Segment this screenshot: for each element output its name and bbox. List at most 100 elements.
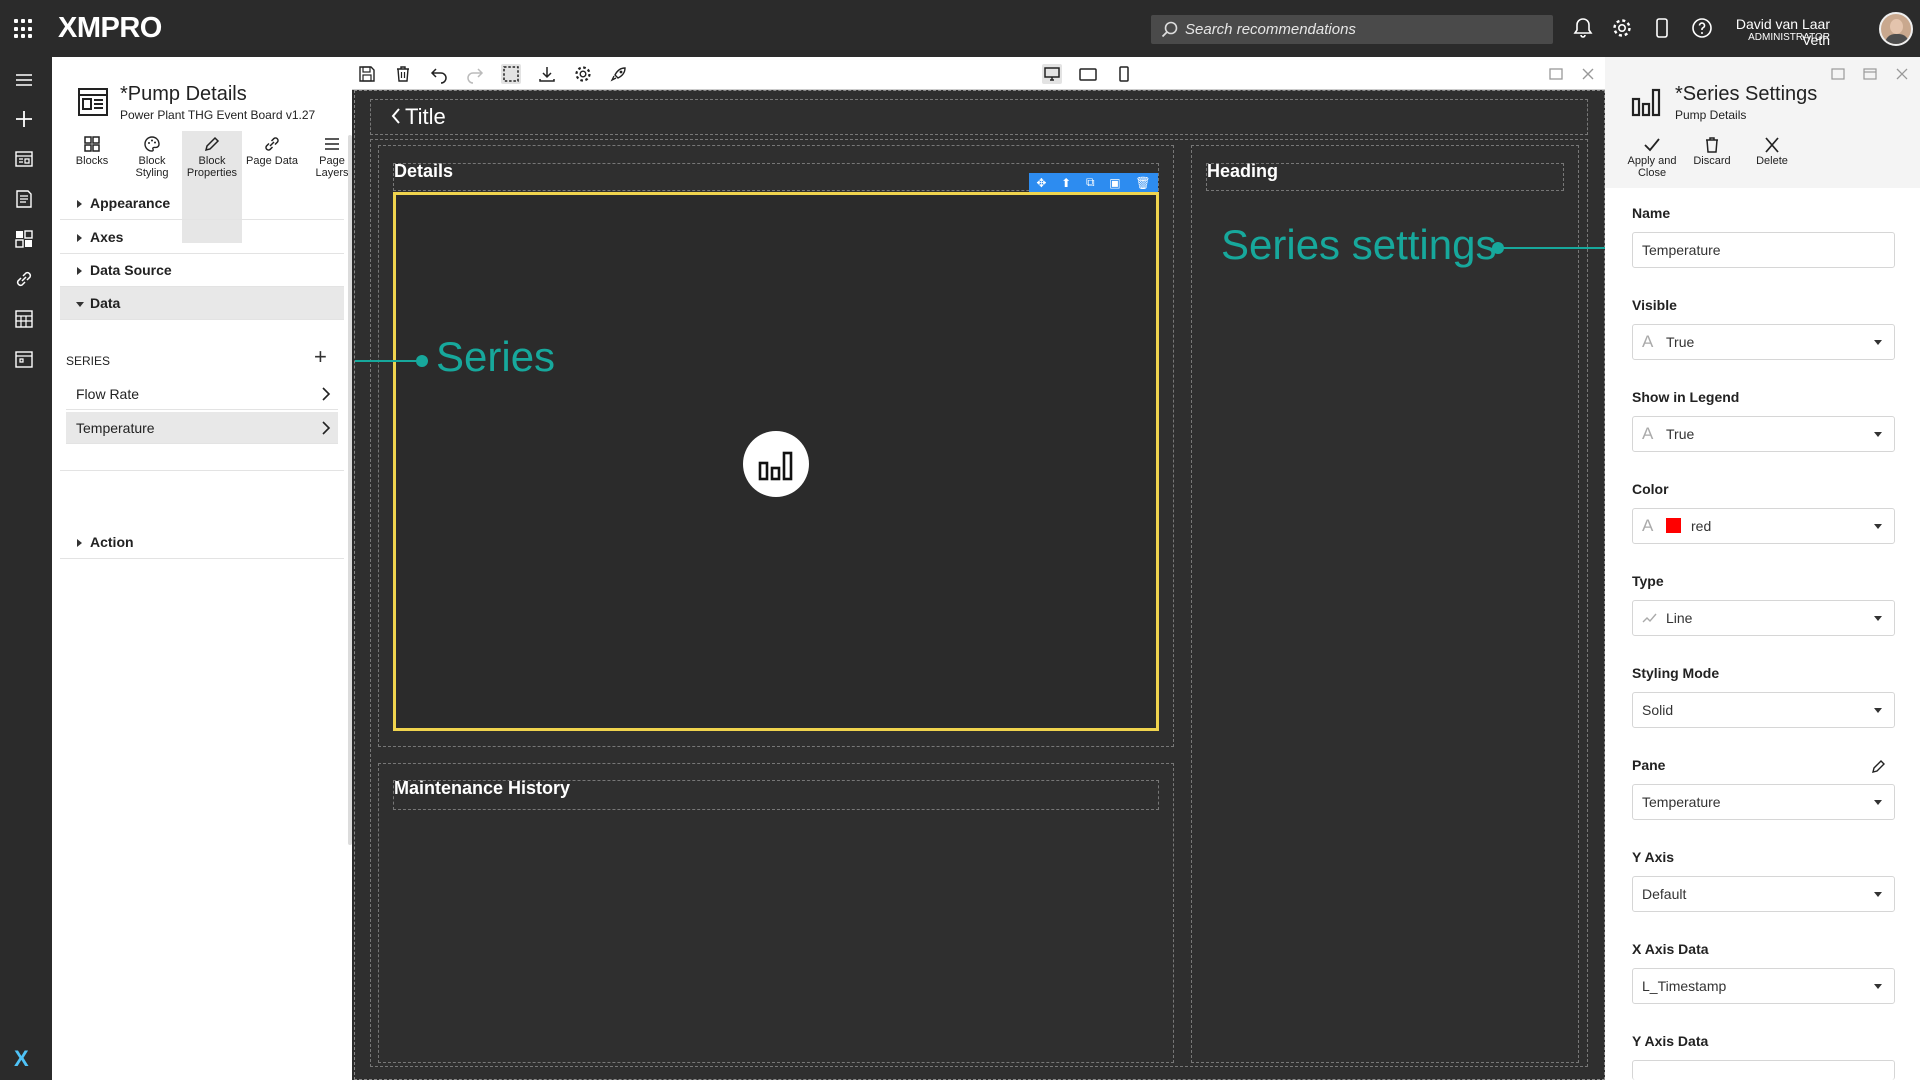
series-settings-title: *Series Settings — [1675, 83, 1818, 105]
visible-select[interactable]: A True — [1632, 324, 1895, 360]
maximize-icon[interactable] — [1863, 67, 1877, 81]
y-axis-label: Y Axis — [1632, 849, 1675, 865]
maximize-icon[interactable] — [1546, 64, 1566, 84]
redo-icon[interactable] — [465, 64, 485, 84]
help-icon[interactable] — [1691, 17, 1713, 39]
dashboard-icon[interactable] — [13, 228, 35, 250]
trash-icon[interactable] — [393, 64, 413, 84]
title-block[interactable] — [370, 99, 1588, 135]
section-action[interactable]: Action — [60, 526, 344, 559]
tab-label: Page — [319, 155, 345, 167]
mobile-view-icon[interactable] — [1114, 64, 1134, 84]
pane-select[interactable]: Temperature — [1632, 784, 1895, 820]
canvas-toolbar — [352, 57, 1605, 90]
list-item[interactable]: Temperature — [66, 412, 338, 444]
pencil-icon — [204, 136, 220, 152]
add-series-button[interactable]: + — [314, 346, 327, 368]
block-properties-panel: *Pump Details Power Plant THG Event Boar… — [52, 57, 352, 1080]
series-settings-annotation-line — [1498, 247, 1612, 249]
section-data-source[interactable]: Data Source — [60, 254, 344, 287]
duplicate-icon[interactable]: ⧉ — [1086, 175, 1095, 190]
dropdown-caret-icon — [1874, 616, 1882, 621]
close-icon — [1765, 137, 1779, 153]
tab-label: Block — [198, 155, 226, 167]
section-appearance[interactable]: Appearance — [60, 187, 344, 220]
name-label: Name — [1632, 205, 1671, 221]
app-designer-icon[interactable] — [13, 148, 35, 170]
minimize-icon[interactable] — [1831, 67, 1845, 81]
type-label: Type — [1632, 573, 1664, 589]
close-icon[interactable] — [1578, 64, 1598, 84]
delete-button[interactable]: Delete — [1743, 137, 1801, 167]
left-panel-scrollbar[interactable] — [348, 135, 352, 845]
calendar-icon[interactable] — [13, 348, 35, 370]
search-input[interactable]: Search recommendations — [1151, 15, 1553, 44]
y-axis-select[interactable]: Default — [1632, 876, 1895, 912]
arrow-up-icon[interactable]: ⬆ — [1061, 176, 1071, 190]
series-name: Temperature — [76, 420, 155, 436]
move-icon[interactable]: ✥ — [1036, 176, 1046, 190]
rocket-icon[interactable] — [609, 64, 629, 84]
save-icon[interactable] — [357, 64, 377, 84]
bar-chart-icon — [758, 451, 793, 481]
logo: XMPRO — [58, 12, 162, 44]
undo-icon[interactable] — [429, 64, 449, 84]
search-icon — [1161, 21, 1178, 38]
bell-icon[interactable] — [1572, 17, 1594, 39]
tablet-view-icon[interactable] — [1078, 64, 1098, 84]
visible-value: True — [1666, 334, 1695, 350]
series-settings-panel: *Series Settings Pump Details Apply and … — [1605, 57, 1920, 1080]
color-label: Color — [1632, 481, 1669, 497]
color-swatch — [1666, 518, 1681, 533]
settings-gear-icon[interactable] — [573, 64, 593, 84]
mobile-device-icon[interactable] — [1651, 17, 1673, 39]
show-in-legend-select[interactable]: A True — [1632, 416, 1895, 452]
xmpro-mark-icon[interactable]: X — [14, 1046, 29, 1072]
menu-icon[interactable] — [13, 69, 35, 91]
action-label: Close — [1637, 167, 1667, 179]
chevron-right-icon — [322, 387, 331, 401]
settings-gear-icon[interactable] — [1611, 17, 1633, 39]
avatar[interactable] — [1879, 12, 1913, 46]
apply-and-close-button[interactable]: Apply and Close — [1623, 137, 1681, 179]
section-data[interactable]: Data — [60, 287, 344, 320]
link-icon[interactable] — [13, 268, 35, 290]
app-launcher-icon[interactable] — [14, 19, 34, 39]
action-label: Apply and — [1627, 155, 1677, 167]
section-axes[interactable]: Axes — [60, 221, 344, 254]
trash-icon — [1706, 137, 1718, 153]
y-axis-data-label: Y Axis Data — [1632, 1033, 1709, 1049]
select-area-icon[interactable] — [501, 64, 521, 84]
dropdown-caret-icon — [1874, 340, 1882, 345]
add-icon[interactable] — [13, 108, 35, 130]
discard-button[interactable]: Discard — [1683, 137, 1741, 167]
heading-block[interactable] — [1191, 145, 1579, 1063]
recommendations-icon[interactable] — [13, 188, 35, 210]
desktop-view-icon[interactable] — [1042, 64, 1062, 84]
y-axis-data-select[interactable] — [1632, 1060, 1895, 1080]
x-axis-data-select[interactable]: L_Timestamp — [1632, 968, 1895, 1004]
static-value-icon: A — [1642, 516, 1654, 535]
styling-mode-select[interactable]: Solid — [1632, 692, 1895, 728]
dropdown-caret-icon — [1874, 432, 1882, 437]
color-value: red — [1691, 518, 1712, 534]
name-field[interactable]: Temperature — [1632, 232, 1895, 268]
edit-pencil-icon[interactable] — [1871, 758, 1887, 774]
close-icon[interactable] — [1895, 67, 1909, 81]
user-role: ADMINISTRATOR — [1748, 32, 1830, 43]
dropdown-caret-icon — [1874, 984, 1882, 989]
list-item[interactable]: Flow Rate — [66, 378, 338, 410]
x-axis-data-value: L_Timestamp — [1642, 978, 1727, 994]
save-block-icon[interactable]: ▣ — [1109, 176, 1120, 190]
trash-icon[interactable]: 🗑 — [1135, 176, 1150, 190]
color-select[interactable]: Ared — [1632, 508, 1895, 544]
bar-chart-icon — [1631, 88, 1661, 117]
download-icon[interactable] — [537, 64, 557, 84]
left-rail: X — [0, 57, 52, 1080]
tab-label: Page Data — [246, 155, 298, 167]
series-settings-annotation: Series settings — [1221, 221, 1497, 268]
chevron-left-icon[interactable] — [390, 107, 402, 125]
type-select[interactable]: Line — [1632, 600, 1895, 636]
data-stream-icon[interactable] — [13, 308, 35, 330]
block-toolbar: ✥ ⬆ ⧉ ▣ 🗑 — [1029, 173, 1158, 192]
